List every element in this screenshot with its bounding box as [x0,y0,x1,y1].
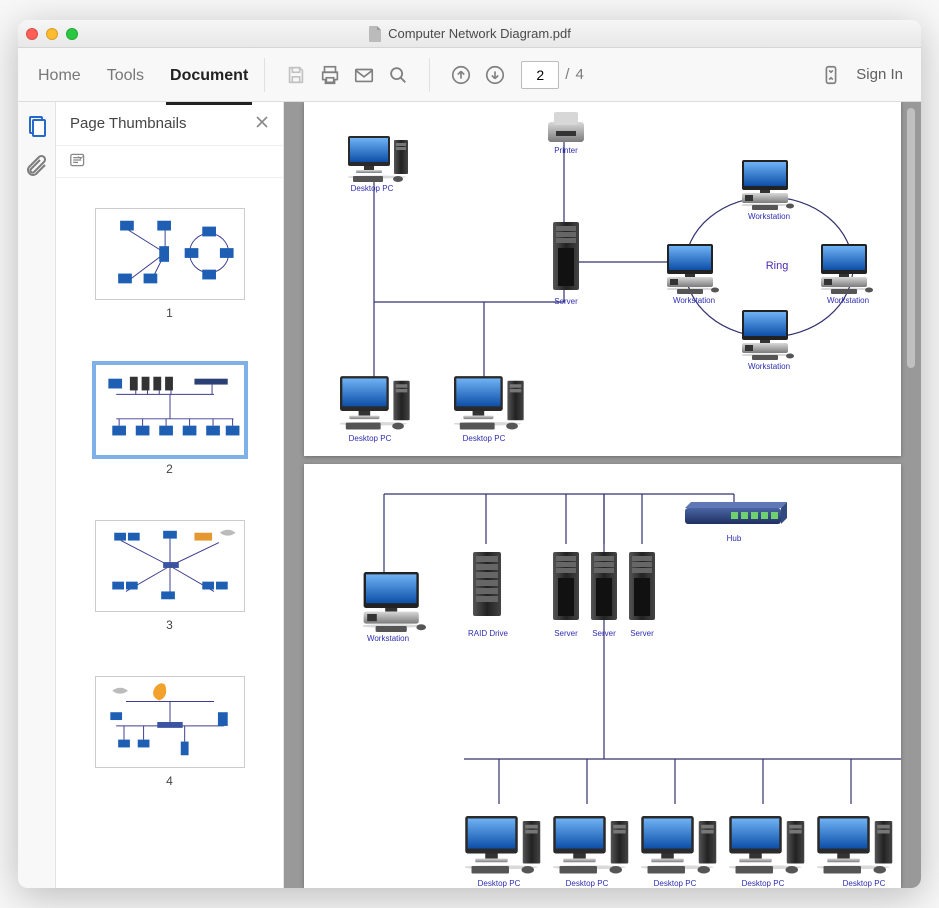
label-server: Server [630,629,654,638]
attachment-icon[interactable] [25,154,49,178]
viewer-scrollbar[interactable] [907,108,915,882]
minimize-window-button[interactable] [46,28,58,40]
panel-options-bar [56,146,283,178]
sidebar-rail [18,102,56,888]
label-desktop-pc: Desktop PC [742,879,785,888]
save-button [279,58,313,92]
thumbnail-page-1[interactable]: 1 [95,208,245,320]
label-printer: Printer [554,146,578,155]
label-workstation: Workstation [673,296,715,305]
device-desktop-pc [348,136,410,184]
label-workstation: Workstation [827,296,869,305]
label-desktop-pc: Desktop PC [351,184,394,193]
label-server: Server [554,297,578,306]
document-page-lower: Workstation RAID Drive Server Server Ser… [304,464,901,888]
device-server [591,552,617,624]
next-page-button[interactable] [478,58,512,92]
email-button[interactable] [347,58,381,92]
window-title: Computer Network Diagram.pdf [18,26,921,42]
panel-options-button[interactable] [70,151,94,172]
document-viewer[interactable]: Desktop PC Printer Server Desktop PC Des… [284,102,921,888]
window-titlebar: Computer Network Diagram.pdf [18,20,921,48]
device-server [629,552,655,624]
label-desktop-pc: Desktop PC [349,434,392,443]
label-server: Server [592,629,616,638]
tab-tools[interactable]: Tools [105,61,146,89]
device-desktop-pc [465,816,543,876]
label-desktop-pc: Desktop PC [566,879,609,888]
close-panel-button[interactable] [255,113,269,134]
label-hub: Hub [727,534,742,543]
tab-document[interactable]: Document [168,61,250,89]
label-desktop-pc: Desktop PC [478,879,521,888]
print-button[interactable] [313,58,347,92]
thumbnail-list[interactable]: 1 [56,178,283,888]
label-workstation: Workstation [748,362,790,371]
page-indicator: / 4 [521,61,584,89]
prev-page-button[interactable] [444,58,478,92]
label-workstation: Workstation [367,634,409,643]
window-controls [26,28,78,40]
tab-home[interactable]: Home [36,61,83,89]
label-desktop-pc: Desktop PC [463,434,506,443]
thumbnails-icon[interactable] [25,114,49,138]
device-printer [546,112,586,144]
page-number-input[interactable] [521,61,559,89]
thumbnail-page-4[interactable]: 4 [95,676,245,788]
pdf-file-icon [368,26,382,42]
view-tabs: Home Tools Document [36,61,250,89]
panel-title: Page Thumbnails [70,115,255,132]
thumbnail-label: 4 [95,774,245,788]
device-raid [473,552,503,624]
thumbnail-label: 2 [95,462,245,476]
label-desktop-pc: Desktop PC [654,879,697,888]
label-ring: Ring [766,260,789,272]
toolbar: Home Tools Document / 4 Sign In [18,48,921,102]
device-desktop-pc [454,376,526,432]
label-server: Server [554,629,578,638]
document-page-upper: Desktop PC Printer Server Desktop PC Des… [304,102,901,456]
app-window: Computer Network Diagram.pdf Home Tools … [18,20,921,888]
panel-header: Page Thumbnails [56,102,283,146]
device-desktop-pc [729,816,807,876]
window-title-text: Computer Network Diagram.pdf [388,26,571,41]
thumbnail-page-3[interactable]: 3 [95,520,245,632]
device-workstation [742,160,796,210]
thumbnail-label: 1 [95,306,245,320]
label-raid: RAID Drive [468,629,508,638]
zoom-window-button[interactable] [66,28,78,40]
label-workstation: Workstation [748,212,790,221]
device-desktop-pc [817,816,895,876]
thumbnail-page-2[interactable]: 2 [95,364,245,476]
device-workstation [667,244,721,294]
scrollbar-thumb[interactable] [907,108,915,368]
page-separator: / [565,66,569,83]
device-server [553,552,579,624]
sign-in-button[interactable]: Sign In [848,62,911,87]
device-workstation [742,310,796,360]
page-total: 4 [575,66,583,83]
device-hub [685,502,787,526]
device-desktop-pc [340,376,412,432]
search-button[interactable] [381,58,415,92]
device-workstation [363,572,429,632]
close-window-button[interactable] [26,28,38,40]
thumbnail-label: 3 [95,618,245,632]
mobile-link-button[interactable] [814,58,848,92]
device-workstation [821,244,875,294]
device-server [553,222,579,294]
thumbnails-panel: Page Thumbnails [56,102,284,888]
device-desktop-pc [553,816,631,876]
label-desktop-pc: Desktop PC [843,879,886,888]
app-body: Page Thumbnails [18,102,921,888]
device-desktop-pc [641,816,719,876]
